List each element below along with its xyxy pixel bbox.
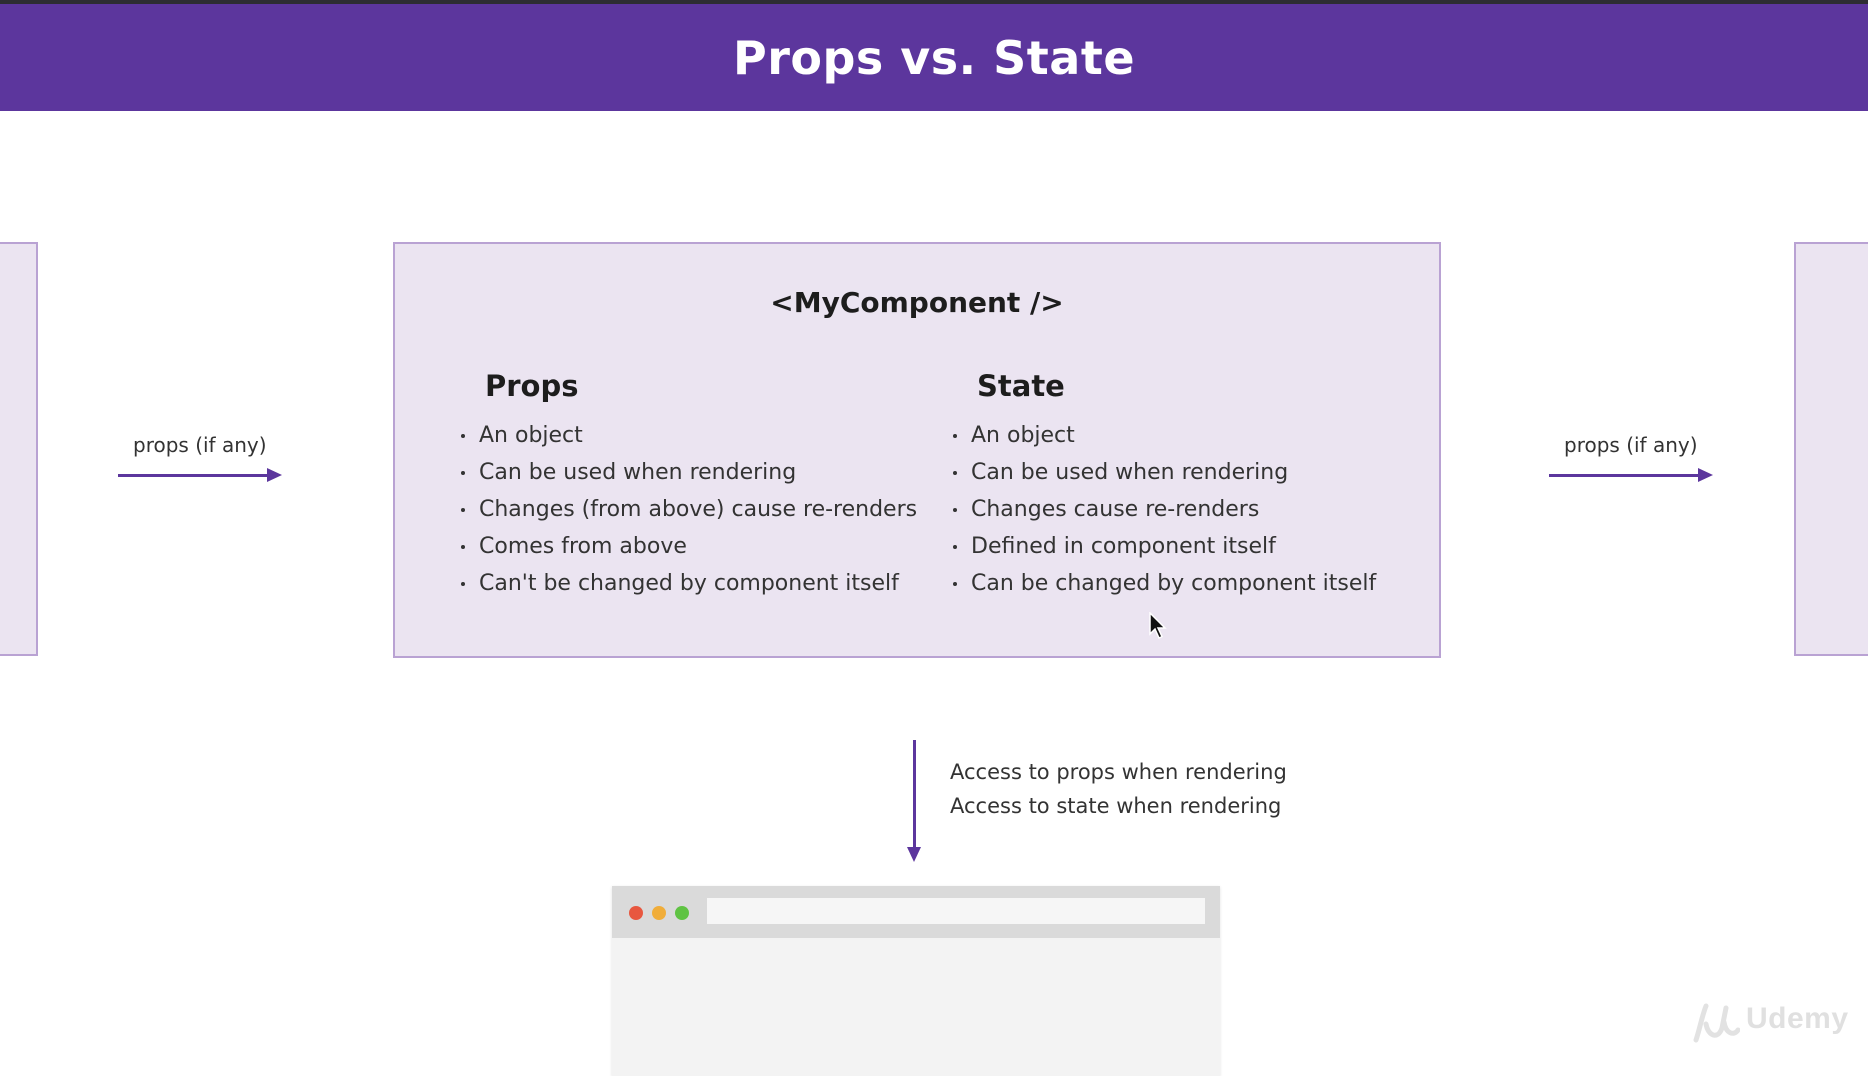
slide-header: Props vs. State: [0, 4, 1868, 111]
minimize-dot-icon: [652, 906, 666, 920]
outgoing-props-label: props (if any): [1564, 433, 1698, 457]
state-item: Defined in component itself: [953, 528, 1423, 565]
browser-window: [612, 886, 1220, 1076]
address-bar: [707, 898, 1205, 924]
outgoing-props-arrow: [1549, 468, 1713, 482]
close-dot-icon: [629, 906, 643, 920]
state-heading: State: [977, 369, 1065, 403]
state-item: Can be changed by component itself: [953, 565, 1423, 602]
render-note-props: Access to props when rendering: [950, 760, 1287, 784]
component-title: <MyComponent />: [770, 286, 1064, 319]
props-column: Props An object Can be used when renderi…: [461, 369, 917, 602]
props-item: Comes from above: [461, 528, 891, 565]
render-arrow: [907, 740, 921, 862]
props-item: Can't be changed by component itself: [461, 565, 899, 602]
render-notes: Access to props when rendering Access to…: [950, 755, 1287, 823]
incoming-props-arrow: [118, 468, 282, 482]
state-item: An object: [953, 417, 1423, 454]
child-component-box: [1794, 242, 1868, 656]
state-item: Can be used when rendering: [953, 454, 1423, 491]
parent-component-box: [0, 242, 38, 656]
render-note-state: Access to state when rendering: [950, 794, 1282, 818]
state-item: Changes cause re-renders: [953, 491, 1423, 528]
props-list: An object Can be used when rendering Cha…: [461, 417, 917, 602]
my-component-box: <MyComponent /> Props An object Can be u…: [393, 242, 1441, 658]
props-item: Can be used when rendering: [461, 454, 891, 491]
props-heading: Props: [485, 369, 579, 403]
maximize-dot-icon: [675, 906, 689, 920]
udemy-logo-icon: [1693, 1003, 1740, 1043]
slide-title: Props vs. State: [732, 30, 1136, 85]
state-list: An object Can be used when rendering Cha…: [953, 417, 1423, 602]
props-item: Changes (from above) cause re-renders: [461, 491, 917, 528]
browser-toolbar: [612, 886, 1220, 938]
state-column: State An object Can be used when renderi…: [953, 372, 1423, 602]
incoming-props-label: props (if any): [133, 433, 267, 457]
props-item: An object: [461, 417, 891, 454]
mouse-cursor-icon: [1149, 612, 1167, 640]
udemy-watermark: Udemy: [1746, 1002, 1849, 1035]
